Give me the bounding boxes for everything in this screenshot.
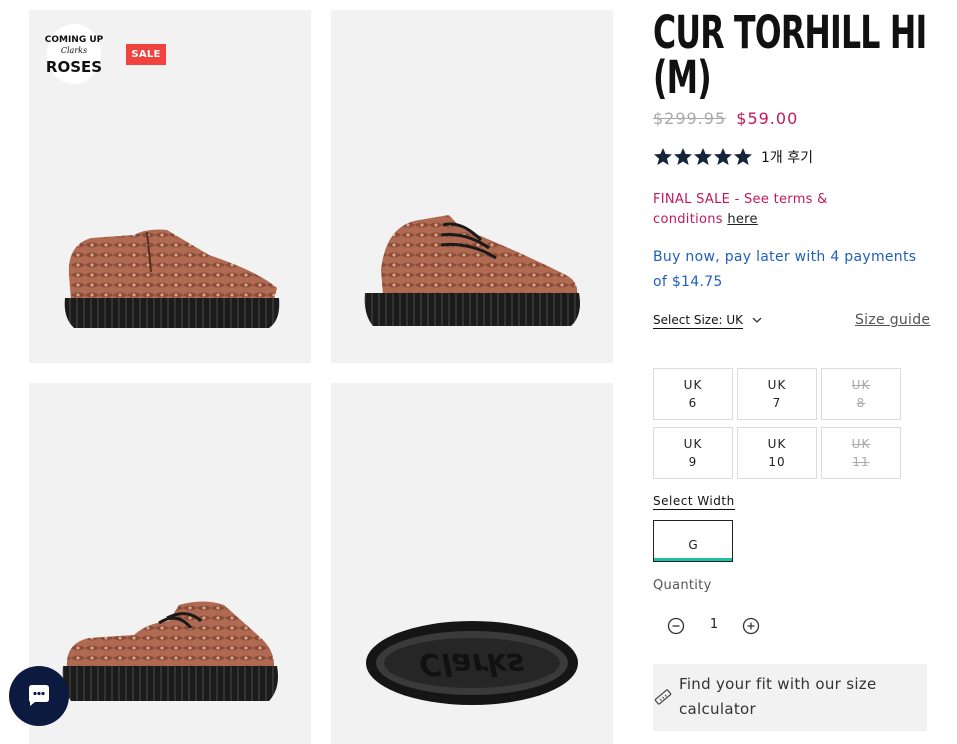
size-region: UK (683, 437, 703, 451)
shoe-image-1 (64, 229, 280, 328)
product-image-sole[interactable]: Clarks (331, 383, 613, 744)
svg-text:Clarks: Clarks (419, 646, 524, 681)
size-option-8-unavailable[interactable]: UK 8 (821, 368, 901, 420)
width-option-g[interactable]: G (653, 520, 733, 562)
final-sale-terms-link[interactable]: here (727, 212, 758, 227)
product-image-three-quarter[interactable] (331, 10, 613, 363)
size-region: UK (767, 437, 787, 451)
size-value: 9 (688, 455, 698, 469)
product-title-line-2: (M) (653, 51, 712, 104)
size-guide-link[interactable]: Size guide (855, 312, 930, 328)
star-icon (674, 148, 692, 165)
size-calculator-text: Find your fit with our size calculator (679, 675, 877, 718)
size-value: 11 (852, 455, 870, 469)
product-image-side-right[interactable]: COMING UP Clarks ROSES SALE (29, 10, 311, 363)
width-value: G (688, 538, 698, 552)
price-row: $299.95 $59.00 (653, 109, 798, 128)
plus-circle-icon[interactable] (742, 617, 760, 635)
size-option-11-unavailable[interactable]: UK 11 (821, 427, 901, 479)
star-icon (714, 148, 732, 165)
size-option-9[interactable]: UK 9 (653, 427, 733, 479)
minus-circle-icon[interactable] (667, 617, 685, 635)
shoe-image-3 (62, 601, 278, 701)
star-icon (734, 148, 752, 165)
size-region: UK (767, 378, 787, 392)
size-region: UK (851, 437, 871, 451)
final-sale-notice: FINAL SALE - See terms & conditions here (653, 190, 853, 230)
product-title-line-1: CUR TORHILL HI (653, 6, 927, 59)
size-option-10[interactable]: UK 10 (737, 427, 817, 479)
size-region: UK (683, 378, 703, 392)
width-selected-indicator (654, 558, 732, 561)
price-sale: $59.00 (736, 109, 799, 128)
shoe-image-4: Clarks (366, 621, 578, 705)
size-value: 8 (856, 396, 866, 410)
size-calculator-link[interactable]: Find your fit with our size calculator (653, 664, 927, 731)
chevron-down-icon[interactable] (751, 314, 763, 326)
chat-icon (29, 685, 49, 706)
product-title: CUR TORHILL HI (M) (653, 6, 927, 104)
width-label: Select Width (653, 494, 735, 510)
chat-button[interactable] (9, 666, 69, 726)
shoe-image-2 (364, 215, 580, 326)
size-option-7[interactable]: UK 7 (737, 368, 817, 420)
size-region-select[interactable]: Select Size: UK (653, 313, 743, 329)
ruler-icon (654, 689, 672, 705)
size-region: UK (851, 378, 871, 392)
size-value: 7 (772, 396, 782, 410)
rating[interactable]: 1개 후기 (653, 147, 813, 167)
size-value: 6 (688, 396, 698, 410)
quantity-input[interactable]: 1 (700, 617, 728, 632)
size-value: 10 (768, 455, 786, 469)
pay-later-message[interactable]: Buy now, pay later with 4 payments of $1… (653, 245, 933, 295)
product-image-side-left[interactable] (29, 383, 311, 744)
size-option-6[interactable]: UK 6 (653, 368, 733, 420)
star-icon (694, 148, 712, 165)
star-icon (654, 148, 672, 165)
quantity-label: Quantity (653, 578, 712, 593)
review-count[interactable]: 1개 후기 (761, 147, 813, 167)
price-original: $299.95 (653, 109, 727, 128)
